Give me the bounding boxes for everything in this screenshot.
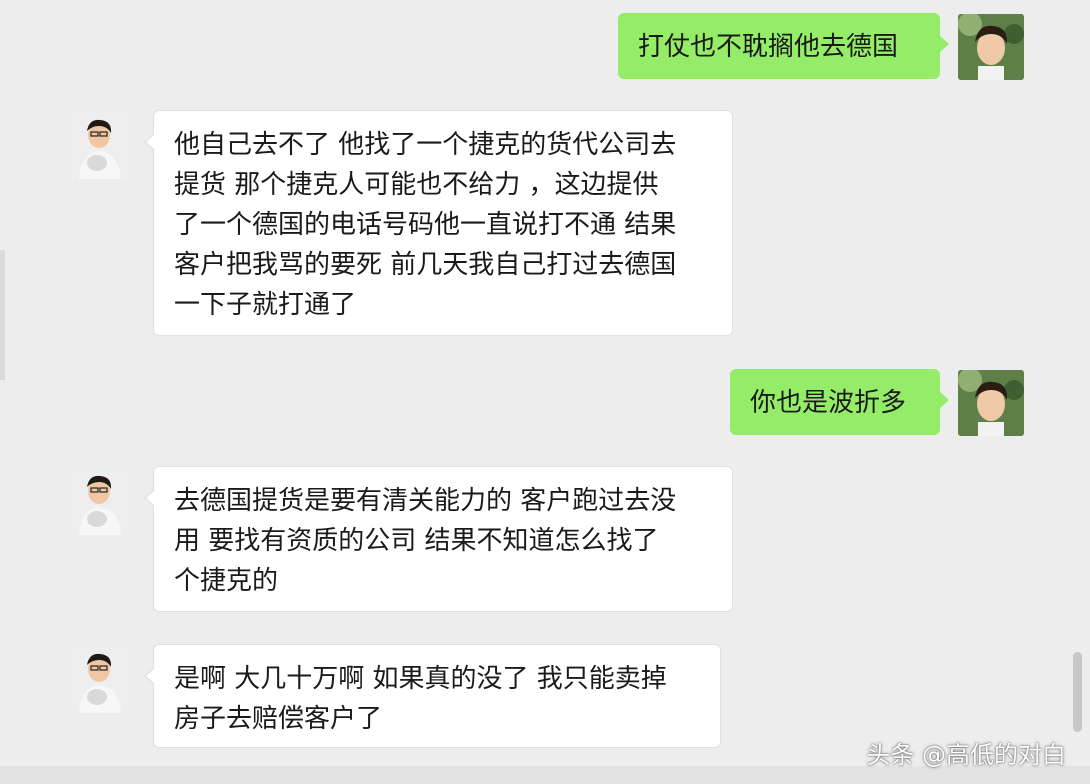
- message-bubble-sent[interactable]: 你也是波折多: [730, 369, 949, 435]
- watermark-text: 头条 @高低的对白: [866, 741, 1066, 769]
- message-bubble-received[interactable]: 他自己去不了 他找了一个捷克的货代公司去 提货 那个捷克人可能也不给力 ，这边提…: [144, 110, 733, 336]
- person-photo-icon: [958, 370, 1024, 436]
- my-avatar[interactable]: [958, 370, 1024, 436]
- message-bubble-sent[interactable]: 打仗也不耽搁他去德国: [618, 13, 949, 79]
- person-with-cat-icon: [67, 647, 133, 713]
- contact-avatar[interactable]: [67, 469, 133, 535]
- person-with-cat-icon: [67, 113, 133, 179]
- contact-avatar[interactable]: [67, 647, 133, 713]
- person-photo-icon: [958, 14, 1024, 80]
- my-avatar[interactable]: [958, 14, 1024, 80]
- contact-avatar[interactable]: [67, 113, 133, 179]
- chat-area: 打仗也不耽搁他去德国 他自己去不了 他找了一个捷克的货代公司去 提货 那个捷克人…: [0, 0, 1090, 784]
- message-bubble-received[interactable]: 去德国提货是要有清关能力的 客户跑过去没 用 要找有资质的公司 结果不知道怎么找…: [144, 466, 733, 612]
- left-edge-divider: [0, 250, 5, 380]
- person-with-cat-icon: [67, 469, 133, 535]
- scrollbar-thumb[interactable]: [1073, 652, 1082, 732]
- message-bubble-received[interactable]: 是啊 大几十万啊 如果真的没了 我只能卖掉 房子去赔偿客户了: [144, 644, 721, 748]
